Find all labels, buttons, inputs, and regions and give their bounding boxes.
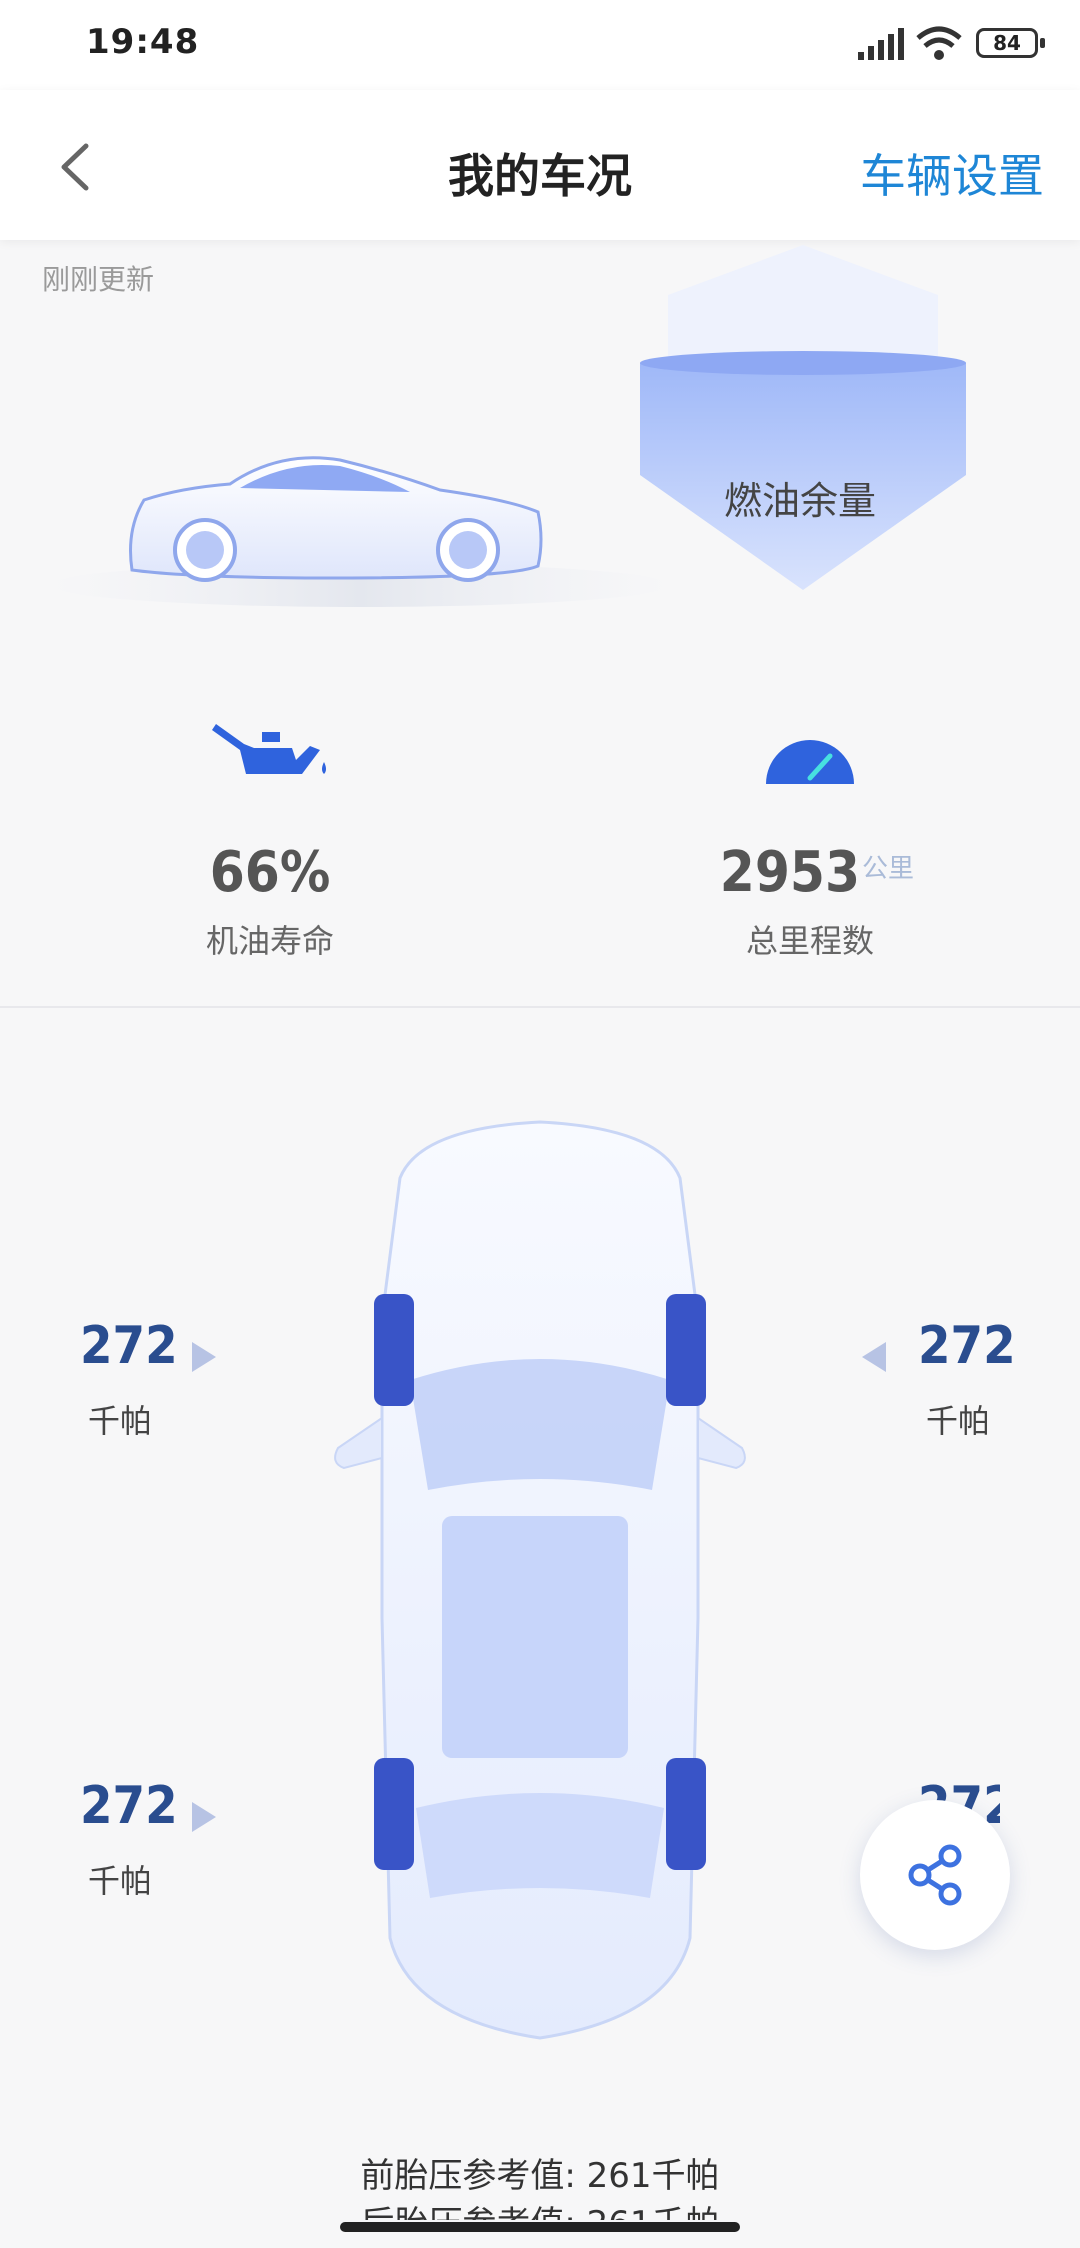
tire-front-left-unit: 千帕 (88, 1402, 153, 1440)
status-time: 19:48 (86, 22, 200, 62)
wifi-icon (916, 26, 962, 60)
tire-rear-left-unit: 千帕 (88, 1862, 153, 1900)
arrow-right-icon (192, 1342, 216, 1372)
battery-cap (1040, 38, 1045, 48)
tire-front-right-unit: 千帕 (926, 1402, 991, 1440)
oil-life-label: 机油寿命 (205, 922, 334, 960)
section-divider (0, 1006, 1080, 1008)
mileage-label: 总里程数 (745, 922, 874, 960)
share-icon (908, 1844, 962, 1906)
nav-bar: 我的车况 车辆设置 (0, 90, 1080, 240)
tire-front-left-value: 272 (80, 1316, 178, 1376)
car-side-illustration (50, 456, 670, 607)
status-bar: 19:48 84 (0, 0, 1080, 90)
front-tire-reference: 前胎压参考值: 261千帕 (360, 2156, 720, 2196)
fuel-gauge (640, 245, 966, 590)
signal-icon (858, 28, 904, 60)
oil-life-value: 66% (209, 840, 331, 905)
mileage-unit: 公里 (862, 854, 915, 884)
mileage-value: 2953 (719, 840, 860, 905)
tire-front-right-value: 272 (918, 1316, 1016, 1376)
arrow-left-icon (862, 1342, 886, 1372)
vehicle-settings-link[interactable]: 车辆设置 (860, 140, 1044, 206)
battery-icon: 84 (976, 28, 1038, 58)
arrow-right-icon (192, 1802, 216, 1832)
share-button[interactable] (860, 1800, 1010, 1950)
update-status: 刚刚更新 (42, 263, 155, 296)
home-indicator[interactable] (340, 2222, 740, 2232)
car-top-illustration (334, 1120, 746, 2040)
tire-rear-left-value: 272 (80, 1776, 178, 1836)
speedometer-icon (766, 740, 854, 784)
oil-can-icon (212, 724, 326, 774)
rear-tire-reference: 后胎压参考值: 261千帕 (0, 2196, 1080, 2220)
fuel-label: 燃油余量 (723, 479, 876, 523)
